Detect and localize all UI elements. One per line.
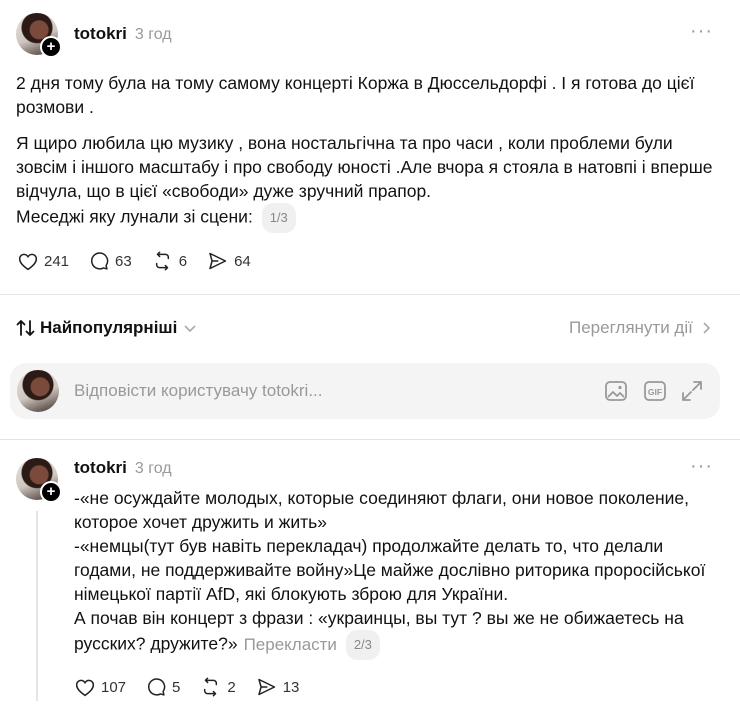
comment-icon — [148, 678, 166, 696]
repost-icon — [155, 251, 169, 271]
repost-icon — [204, 677, 218, 697]
image-icon[interactable] — [604, 380, 628, 402]
sort-arrows-icon — [16, 320, 35, 336]
comment-line-2: -«немцы(тут був навіть перекладач) продо… — [74, 536, 706, 604]
follow-plus-icon[interactable]: + — [40, 36, 62, 58]
reply-input[interactable]: Відповісти користувачу totokri... — [74, 381, 322, 401]
post-paragraph-3: Меседжі яку лунали зі сцени: 1/3 — [16, 203, 716, 233]
send-icon — [209, 252, 227, 270]
comment-like-button[interactable]: 107 — [75, 678, 126, 697]
post-repost-button[interactable]: 6 — [152, 251, 187, 271]
comment-page-indicator: 2/3 — [345, 630, 380, 660]
follow-plus-icon[interactable]: + — [40, 481, 62, 503]
sort-label: Найпопулярніші — [40, 318, 178, 337]
divider — [0, 439, 740, 440]
comment-actions: 107 5 2 13 — [75, 677, 319, 697]
post-username[interactable]: totokri — [74, 24, 127, 44]
post-page-indicator: 1/3 — [261, 203, 296, 233]
post-body: 2 дня тому була на тому самому концерті … — [16, 71, 716, 233]
thread-line — [36, 511, 38, 701]
sort-dropdown[interactable]: Найпопулярніші — [16, 318, 197, 338]
reply-avatar — [17, 370, 59, 412]
heart-icon — [18, 253, 38, 270]
post-repost-count: 6 — [178, 252, 188, 270]
post-share-button[interactable]: 64 — [207, 251, 251, 271]
post-avatar[interactable]: + — [16, 13, 62, 58]
expand-icon[interactable] — [681, 380, 703, 402]
comment-like-count: 107 — [101, 678, 127, 696]
post-paragraph-2: Я щиро любила цю музику , вона ностальгі… — [16, 133, 713, 201]
post-like-count: 241 — [44, 252, 70, 270]
comment-line-3: А почав він концерт з фрази : «украинцы,… — [74, 606, 714, 660]
post-share-count: 64 — [234, 252, 251, 270]
comment-share-count: 13 — [282, 678, 300, 696]
svg-text:GIF: GIF — [648, 387, 662, 397]
comment-line-1: -«не осуждайте молодых, которые соединяю… — [74, 488, 690, 532]
chevron-down-icon — [184, 325, 196, 333]
post-actions: 241 63 6 64 — [18, 251, 271, 271]
comment-share-button[interactable]: 13 — [256, 677, 300, 697]
comment-repost-count: 2 — [227, 678, 236, 696]
heart-icon — [75, 679, 95, 696]
comment-comment-count: 5 — [172, 678, 181, 696]
post-more-icon[interactable]: ··· — [690, 20, 713, 43]
post-paragraph-1: 2 дня тому була на тому самому концерті … — [16, 73, 695, 117]
chevron-right-icon — [703, 322, 710, 334]
comment-repost-button[interactable]: 2 — [200, 677, 236, 697]
post-comment-count: 63 — [115, 252, 132, 270]
post-paragraph-3-text: Меседжі яку лунали зі сцени: — [16, 206, 253, 227]
comment-comment-button[interactable]: 5 — [146, 677, 180, 697]
comment-more-icon[interactable]: ··· — [690, 455, 713, 478]
comment-username[interactable]: totokri — [74, 458, 127, 478]
post-like-button[interactable]: 241 — [18, 252, 69, 271]
post-comment-button[interactable]: 63 — [89, 251, 132, 271]
comment-icon — [91, 252, 109, 270]
translate-link[interactable]: Перекласти — [244, 635, 337, 654]
gif-icon[interactable]: GIF — [643, 380, 667, 402]
view-activity-link[interactable]: Переглянути дії — [569, 318, 713, 338]
divider — [0, 294, 740, 295]
send-icon — [257, 678, 275, 696]
comment-body: -«не осуждайте молодых, которые соединяю… — [74, 486, 714, 660]
comment-time[interactable]: 3 год — [135, 460, 172, 478]
post-time[interactable]: 3 год — [135, 26, 172, 44]
comment-avatar[interactable]: + — [16, 458, 62, 503]
view-activity-label: Переглянути дії — [569, 318, 693, 337]
